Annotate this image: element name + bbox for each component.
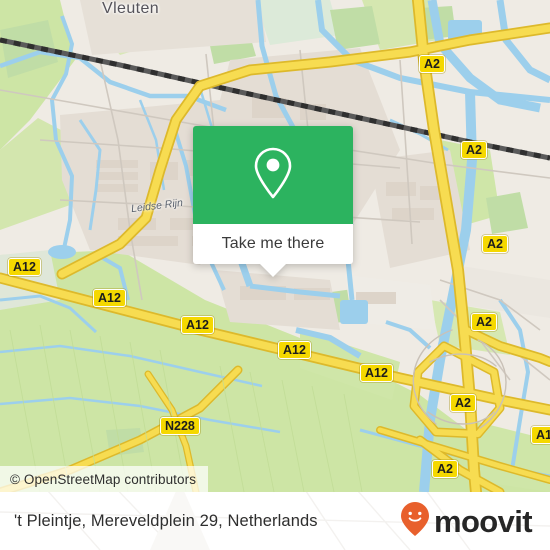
moovit-wordmark: moovit [433, 503, 533, 539]
bottom-info-bar: 't Pleintje, Mereveldplein 29, Netherlan… [0, 492, 550, 550]
shield-a2-mid-right: A2 [482, 235, 508, 254]
shield-n228: N228 [160, 417, 200, 436]
moovit-logo[interactable]: moovit [400, 501, 533, 542]
callout-action-panel[interactable]: Take me there [193, 224, 353, 264]
place-title: 't Pleintje, Mereveldplein 29, Netherlan… [14, 511, 318, 530]
location-pin-icon [250, 145, 296, 206]
shield-a2-interchange: A2 [450, 394, 476, 413]
moovit-map-screen: A12 A12 A12 A12 A12 N228 A2 A2 A2 A2 A2 … [0, 0, 550, 550]
city-label-vleuten: Vleuten [102, 0, 160, 17]
take-me-there-label: Take me there [221, 235, 325, 252]
callout-image-panel [193, 126, 353, 224]
shield-a2-bottom: A2 [432, 460, 458, 479]
osm-attribution[interactable]: © OpenStreetMap contributors [0, 466, 209, 492]
shield-a1-far-right: A1 [531, 426, 550, 445]
shield-a12-center-left: A12 [181, 316, 214, 335]
shield-a2-upper-right: A2 [461, 141, 487, 160]
attribution-text: © OpenStreetMap contributors [10, 471, 197, 487]
shield-a12-center: A12 [278, 341, 311, 360]
shield-a2-top-right: A2 [419, 55, 445, 74]
shield-a12-far-left: A12 [8, 258, 41, 277]
callout-pointer [260, 264, 286, 277]
take-me-there-callout[interactable]: Take me there [193, 126, 353, 277]
shield-a12-left: A12 [93, 289, 126, 308]
shield-a2-right: A2 [471, 313, 497, 332]
shield-a12-center-right: A12 [360, 364, 393, 383]
moovit-pin-icon [400, 501, 430, 542]
